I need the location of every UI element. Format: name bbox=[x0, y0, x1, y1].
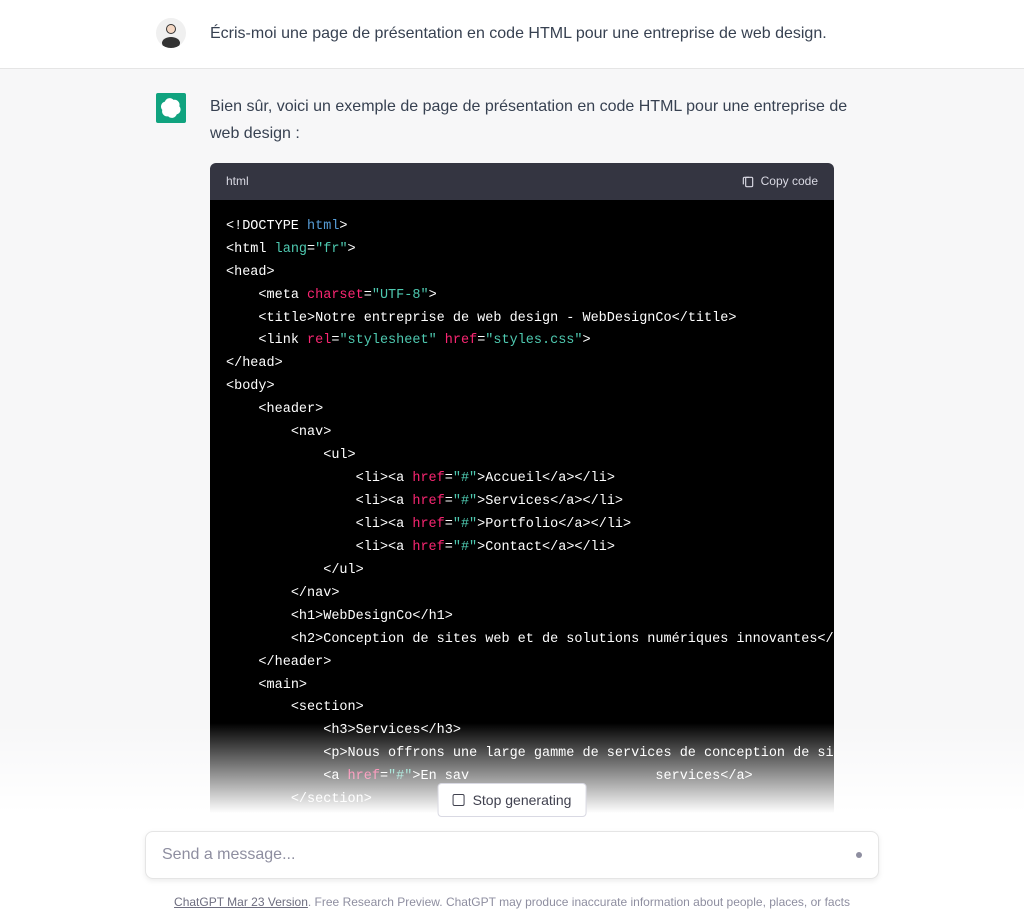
assistant-intro-text: Bien sûr, voici un exemple de page de pr… bbox=[210, 93, 876, 147]
footer-text: . Free Research Preview. ChatGPT may pro… bbox=[308, 895, 850, 909]
code-language-label: html bbox=[226, 171, 249, 191]
user-message-row: Écris-moi une page de présentation en co… bbox=[0, 0, 1024, 69]
code-content: <!DOCTYPE html> <html lang="fr"> <head> … bbox=[226, 216, 818, 812]
stop-generating-label: Stop generating bbox=[473, 792, 572, 808]
message-input-box[interactable] bbox=[145, 831, 879, 879]
stop-generating-button[interactable]: Stop generating bbox=[438, 783, 587, 817]
clipboard-icon bbox=[741, 175, 755, 189]
copy-code-label: Copy code bbox=[761, 171, 818, 191]
typing-indicator-icon bbox=[856, 852, 862, 858]
footer-note: ChatGPT Mar 23 Version. Free Research Pr… bbox=[0, 895, 1024, 909]
user-message-text: Écris-moi une page de présentation en co… bbox=[210, 18, 876, 48]
user-face-icon bbox=[156, 18, 186, 48]
message-input[interactable] bbox=[162, 846, 830, 864]
copy-code-button[interactable]: Copy code bbox=[741, 171, 818, 191]
assistant-avatar bbox=[156, 93, 186, 123]
user-avatar bbox=[156, 18, 186, 48]
conversation: Écris-moi une page de présentation en co… bbox=[0, 0, 1024, 852]
version-link[interactable]: ChatGPT Mar 23 Version bbox=[174, 895, 308, 909]
openai-logo-icon bbox=[161, 98, 181, 118]
code-body[interactable]: <!DOCTYPE html> <html lang="fr"> <head> … bbox=[210, 200, 834, 828]
assistant-message-row: Bien sûr, voici un exemple de page de pr… bbox=[0, 69, 1024, 852]
code-block: html Copy code <!DOCTYPE html> <html lan… bbox=[210, 163, 834, 828]
input-area bbox=[145, 831, 879, 879]
code-header: html Copy code bbox=[210, 163, 834, 199]
stop-icon bbox=[453, 794, 465, 806]
assistant-message-content: Bien sûr, voici un exemple de page de pr… bbox=[210, 93, 876, 828]
